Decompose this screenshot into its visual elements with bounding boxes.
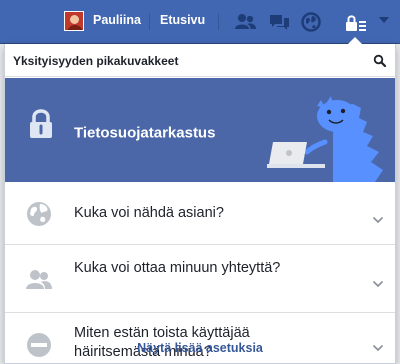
profile-avatar[interactable] bbox=[64, 11, 84, 31]
account-caret-icon[interactable] bbox=[379, 17, 389, 23]
see-more-settings-link[interactable]: Näytä lisää asetuksia bbox=[5, 341, 395, 355]
privacy-shortcuts-dropdown: Yksityisyyden pikakuvakkeet Tietosuojata… bbox=[4, 44, 396, 364]
chevron-down-icon bbox=[372, 275, 384, 288]
messages-icon[interactable] bbox=[266, 10, 292, 34]
globe-icon bbox=[25, 200, 53, 228]
row-label: Kuka voi nähdä asiani? bbox=[74, 205, 224, 221]
nav-divider bbox=[149, 13, 150, 30]
who-can-contact-me-row[interactable]: Kuka voi ottaa minuun yhteyttä? bbox=[5, 245, 395, 313]
stop-someone-bothering-me-row[interactable]: Miten estän toista käyttäjää häiritsemäs… bbox=[5, 313, 395, 364]
dropdown-header: Yksityisyyden pikakuvakkeet bbox=[5, 44, 395, 77]
friends-icon[interactable] bbox=[232, 10, 258, 34]
globe-icon[interactable] bbox=[298, 10, 324, 34]
row-label: Kuka voi ottaa minuun yhteyttä? bbox=[74, 260, 281, 276]
dropdown-title: Yksityisyyden pikakuvakkeet bbox=[13, 54, 179, 68]
top-navigation-bar: Pauliina Etusivu bbox=[0, 0, 400, 44]
privacy-checkup-title: Tietosuojatarkastus bbox=[74, 124, 216, 142]
who-can-see-my-stuff-row[interactable]: Kuka voi nähdä asiani? bbox=[5, 183, 395, 245]
chevron-down-icon bbox=[372, 211, 384, 224]
people-icon bbox=[25, 265, 53, 293]
search-icon[interactable] bbox=[373, 54, 387, 68]
profile-name-link[interactable]: Pauliina bbox=[93, 13, 141, 27]
nav-divider bbox=[218, 13, 219, 30]
privacy-dinosaur-illustration bbox=[263, 78, 395, 182]
privacy-checkup-banner[interactable]: Tietosuojatarkastus bbox=[5, 78, 395, 182]
home-link[interactable]: Etusivu bbox=[160, 13, 205, 27]
dropdown-notch bbox=[347, 37, 363, 45]
lock-icon bbox=[27, 108, 55, 140]
